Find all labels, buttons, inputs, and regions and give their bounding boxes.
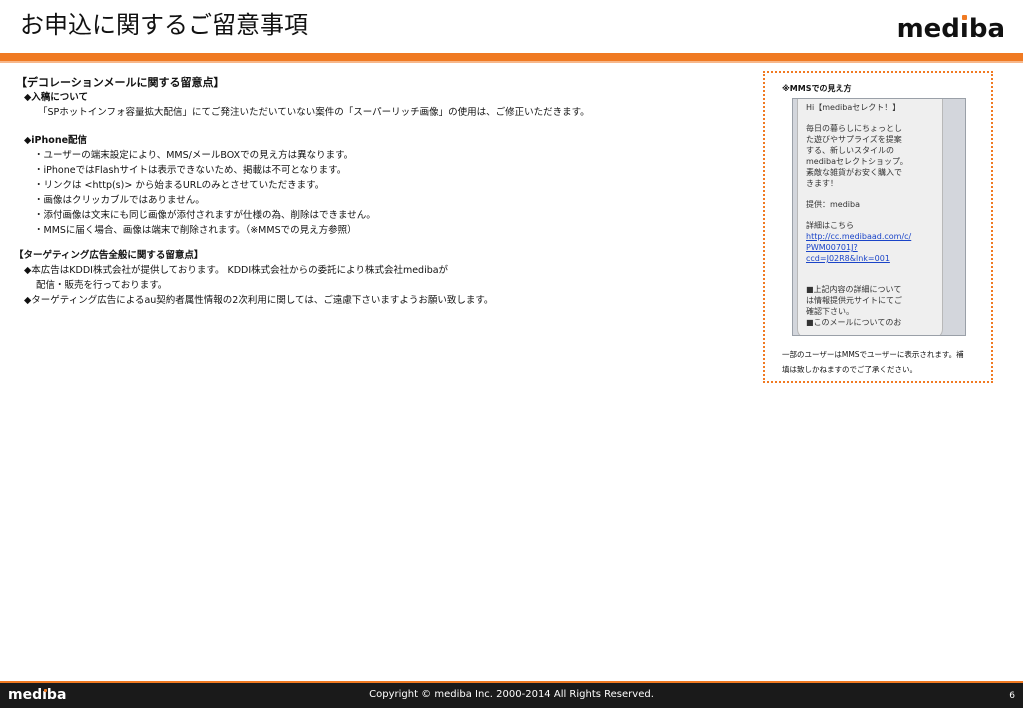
message-link[interactable]: http://cc.medibaad.com/c/	[806, 231, 934, 242]
text-line: ・ユーザーの端末設定により、MMS/メールBOXでの見え方は異なります。	[34, 150, 354, 161]
mms-preview-label: ※MMSでの見え方	[782, 84, 852, 93]
message-bubble: Hi【medibaセレクト！】 毎日の暮らしにちょっとし た遊びやサプライズを提…	[797, 99, 943, 335]
logo-i-mark: ı	[959, 14, 969, 44]
message-body-line: 素敵な雑貨がお安く購入で	[806, 168, 902, 177]
mms-preview-box: ※MMSでの見え方 Hi【medibaセレクト！】 毎日の暮らしにちょっとし た…	[763, 71, 993, 383]
caption-line: 填は致しかねますのでご了承ください。	[782, 365, 917, 374]
header-accent-bar	[0, 53, 1023, 61]
logo-text-pre: med	[896, 14, 960, 44]
text-line: ・iPhoneではFlashサイトは表示できないため、掲載は不可となります。	[34, 165, 347, 176]
phone-screen-image: Hi【medibaセレクト！】 毎日の暮らしにちょっとし た遊びやサプライズを提…	[792, 98, 966, 336]
message-note-line: ■このメールについてのお	[806, 318, 902, 327]
subsection-title-iphone: ◆iPhone配信	[24, 135, 88, 146]
text-line: ◆ターゲティング広告によるau契約者属性情報の2次利用に関しては、ご遠慮下さいま…	[24, 295, 494, 306]
text-line: ◆本広告はKDDI株式会社が提供しております。 KDDI株式会社からの委託により…	[24, 265, 449, 276]
page-title: お申込に関するご留意事項	[20, 11, 308, 39]
message-detail-label: 詳細はこちら	[806, 221, 854, 230]
text-line: ・添付画像は文末にも同じ画像が添付されますが仕様の為、削除はできません。	[34, 210, 376, 221]
text-line: 配信・販売を行っております。	[36, 280, 168, 291]
message-body-line: た遊びやサプライズを提案	[806, 135, 902, 144]
message-body-line: きます！	[806, 179, 838, 188]
copyright-text: Copyright © mediba Inc. 2000-2014 All Ri…	[369, 689, 654, 700]
text-line: ・画像はクリッカブルではありません。	[34, 195, 205, 206]
slide-footer: med ıba Copyright © mediba Inc. 2000-2014…	[0, 683, 1023, 708]
subsection-title-submission: ◆入稿について	[24, 92, 89, 103]
message-link[interactable]: ccd=J02R8&lnk=001	[806, 253, 934, 264]
message-link[interactable]: PWM00701J?	[806, 242, 934, 253]
message-header: Hi【medibaセレクト！】	[806, 103, 901, 112]
mediba-logo: med ıba	[897, 12, 1005, 46]
logo-dot-icon	[962, 15, 968, 20]
main-content: 【デコレーションメールに関する留意点】 ◆入稿について 「SPホットインフォ容量…	[14, 74, 736, 308]
message-body-line: する、新しいスタイルの	[806, 146, 894, 155]
page-number: 6	[1009, 691, 1015, 701]
message-note-line: ■上記内容の詳細について	[806, 285, 902, 294]
message-provider: 提供：mediba	[806, 200, 860, 209]
slide-header: お申込に関するご留意事項 med ıba	[0, 0, 1023, 52]
text-line: ・リンクは <http(s)> から始まるURLのみとさせていただきます。	[34, 180, 325, 191]
mms-caption: 一部のユーザーはMMSでユーザーに表示されます。補 填は致しかねますのでご了承く…	[782, 347, 964, 377]
text-line: 「SPホットインフォ容量拡大配信」にてご発注いただいていない案件の「スーパーリッ…	[38, 107, 590, 118]
header-accent-line	[0, 61, 1023, 63]
message-note-line: は情報提供元サイトにてご	[806, 296, 902, 305]
text-line: ・MMSに届く場合、画像は端末で削除されます。（※MMSでの見え方参照）	[34, 225, 357, 236]
message-body-line: 毎日の暮らしにちょっとし	[806, 124, 902, 133]
logo-text-post: ba	[968, 14, 1005, 44]
message-body-line: medibaセレクトショップ。	[806, 157, 908, 166]
section-title-targeting-ad: 【ターゲティング広告全般に関する留意点】	[14, 250, 204, 261]
message-note-line: 確認下さい。	[806, 307, 854, 316]
caption-line: 一部のユーザーはMMSでユーザーに表示されます。補	[782, 350, 964, 359]
section-title-decoration-mail: 【デコレーションメールに関する留意点】	[16, 76, 225, 89]
